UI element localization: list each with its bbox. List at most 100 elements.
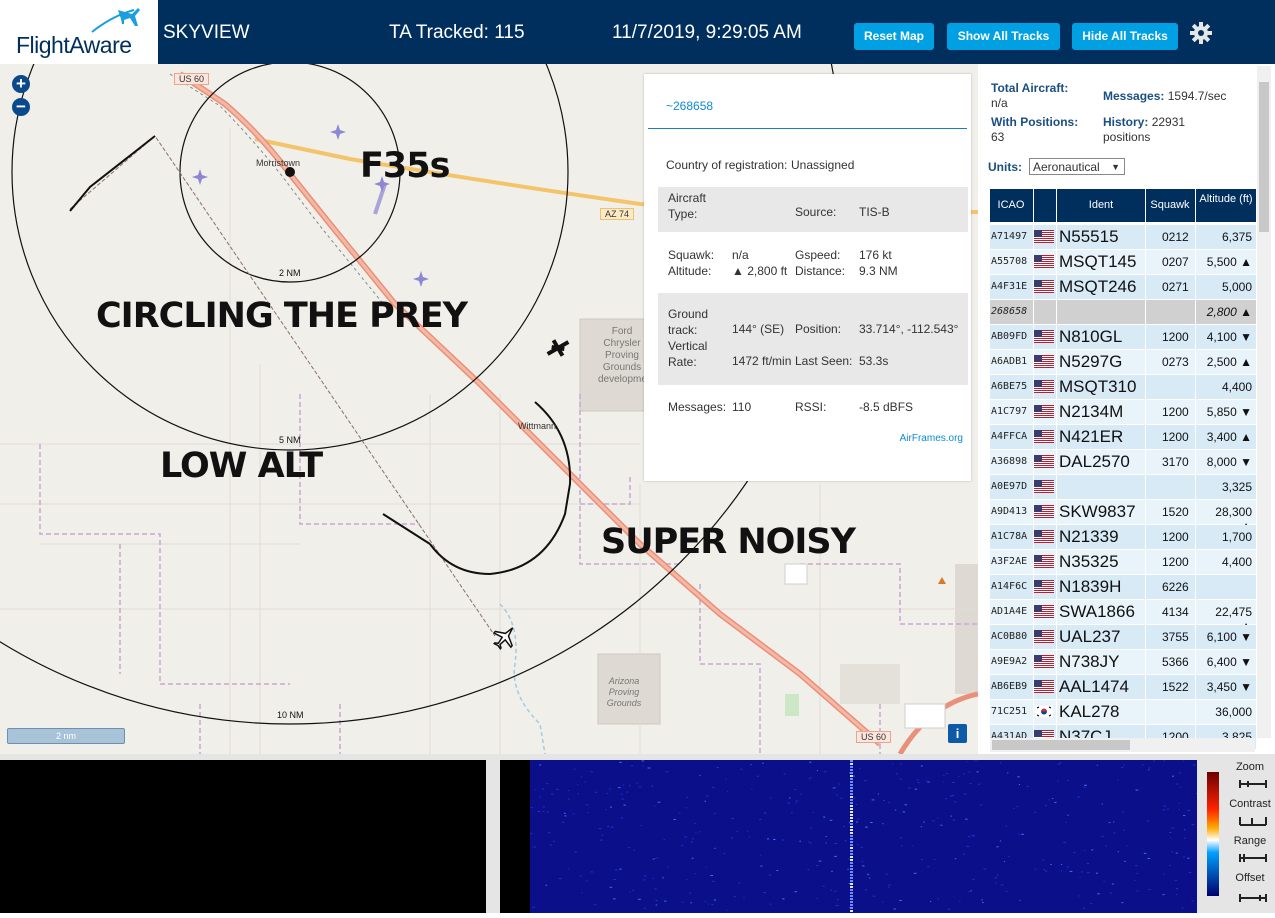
col-divider — [1056, 325, 1057, 349]
col-header-ident[interactable]: Ident — [1057, 199, 1145, 211]
last-seen-value: 53.3s — [859, 354, 889, 368]
map-info-button[interactable]: i — [948, 724, 967, 743]
with-positions-label: With Positions: — [991, 115, 1079, 129]
annotation-super-noisy: SUPER NOISY — [601, 522, 856, 562]
table-row[interactable]: A6BE75 MSQT310 4,400 — [990, 375, 1256, 399]
zoom-in-button[interactable]: + — [12, 75, 30, 93]
row-icao: 268658 — [991, 306, 1028, 317]
col-divider — [1033, 350, 1034, 374]
table-row[interactable]: A4FFCA N421ER 1200 3,400 ▲ — [990, 425, 1256, 449]
hide-all-tracks-button[interactable]: Hide All Tracks — [1072, 23, 1178, 50]
col-divider — [1056, 700, 1057, 724]
table-row[interactable]: A71497 N55515 0212 6,375 — [990, 225, 1256, 249]
popup-track-row: Ground track: 144° (SE) Position: 33.714… — [658, 293, 968, 385]
table-row[interactable]: A6ADB1 N5297G 0273 2,500 ▲ — [990, 350, 1256, 374]
table-row[interactable]: AB09FD N810GL 1200 4,100 ▼ — [990, 325, 1256, 349]
col-header-altitude[interactable]: Altitude (ft) — [1196, 193, 1256, 205]
table-row[interactable]: A9D413SKW9837152028,300 ▲ — [990, 500, 1256, 533]
col-divider — [1056, 375, 1057, 399]
col-divider — [1195, 600, 1196, 624]
aircraft-marker-outline[interactable] — [489, 621, 521, 654]
row-ident: N5297G — [1059, 352, 1123, 371]
range-control-label: Range — [1233, 835, 1267, 847]
map-scale: 2 nm — [7, 728, 125, 744]
col-divider — [1145, 650, 1146, 674]
table-row[interactable]: A4F31E MSQT246 0271 5,000 — [990, 275, 1256, 299]
col-divider — [1195, 525, 1196, 549]
row-ident: N55515 — [1059, 227, 1119, 246]
row-icao: 71C251 — [991, 706, 1028, 717]
row-altitude: 5,850 ▼ — [1206, 405, 1252, 419]
show-all-tracks-button[interactable]: Show All Tracks — [947, 23, 1060, 50]
row-icao: A9D413 — [991, 506, 1028, 517]
table-row[interactable]: A1C78A N21339 1200 1,700 — [990, 525, 1256, 549]
units-select-value: Aeronautical — [1033, 160, 1100, 174]
row-ident: N35325 — [1059, 552, 1119, 571]
col-header-icao[interactable]: ICAO — [990, 199, 1032, 211]
col-header-squawk[interactable]: Squawk — [1146, 199, 1194, 211]
vertical-scrollbar[interactable] — [1257, 66, 1271, 738]
aircraft-type-label: Aircraft Type: — [668, 191, 707, 221]
col-divider — [1056, 225, 1057, 249]
contrast-slider[interactable] — [1238, 815, 1268, 827]
table-row[interactable]: 268658 2,800 ▲ — [990, 300, 1256, 324]
popup-icao[interactable]: ~268658 — [666, 99, 713, 113]
us-flag-icon — [1034, 480, 1054, 493]
col-divider — [1145, 325, 1146, 349]
table-row[interactable]: A3F2AE N35325 1200 4,400 — [990, 550, 1256, 574]
gear-icon[interactable] — [1189, 21, 1213, 45]
row-icao: A14F6C — [991, 581, 1028, 592]
row-ident: UAL237 — [1059, 627, 1121, 646]
row-icao: A4FFCA — [991, 431, 1028, 442]
col-divider — [1145, 400, 1146, 424]
row-ident: DAL2570 — [1059, 452, 1130, 471]
units-label: Units: — [988, 160, 1022, 174]
us-flag-icon — [1034, 505, 1054, 518]
source-value: TIS-B — [859, 205, 890, 219]
row-ident: SWA1866 — [1059, 602, 1135, 621]
col-divider — [1145, 300, 1146, 324]
horizontal-scrollbar[interactable] — [990, 738, 1255, 752]
airframes-link[interactable]: AirFrames.org — [900, 433, 963, 444]
altitude-label: Altitude: — [668, 264, 712, 278]
row-squawk: 3755 — [1162, 630, 1189, 644]
table-row[interactable]: AB6EB9 AAL1474 1522 3,450 ▼ — [990, 675, 1256, 699]
table-row[interactable]: A36898 DAL2570 3170 8,000 ▼ — [990, 450, 1256, 474]
reset-map-button[interactable]: Reset Map — [854, 23, 934, 50]
table-row[interactable]: A0E97D 3,325 — [990, 475, 1256, 499]
zoom-out-button[interactable]: − — [12, 98, 30, 116]
col-divider — [1056, 350, 1057, 374]
col-divider — [1056, 250, 1057, 274]
row-altitude: 6,400 ▼ — [1206, 655, 1252, 669]
col-divider — [1056, 475, 1057, 499]
units-select[interactable]: Aeronautical ▼ — [1029, 158, 1125, 175]
table-row[interactable]: A55708 MSQT145 0207 5,500 ▲ — [990, 250, 1256, 274]
table-row[interactable]: AD1A4ESWA1866413422,475 ▲ — [990, 600, 1256, 633]
zoom-slider[interactable] — [1238, 778, 1268, 790]
row-icao: A55708 — [991, 256, 1028, 267]
row-icao: A4F31E — [991, 281, 1028, 292]
offset-slider[interactable] — [1238, 892, 1268, 904]
table-row[interactable]: A14F6C N1839H 6226 — [990, 575, 1256, 599]
table-row[interactable]: 71C251 KAL278 36,000 — [990, 700, 1256, 724]
messages-value: 110 — [732, 400, 752, 414]
col-divider — [1195, 300, 1196, 324]
col-divider — [1056, 550, 1057, 574]
col-divider — [1145, 250, 1146, 274]
table-row[interactable]: A9E9A2 N738JY 5366 6,400 ▼ — [990, 650, 1256, 674]
units-label-text: Units: — [988, 160, 1022, 174]
source-label: Source: — [795, 205, 837, 219]
range-slider[interactable] — [1238, 852, 1268, 864]
scrollbar-thumb[interactable] — [992, 740, 1130, 750]
col-divider — [1195, 625, 1196, 649]
table-row[interactable]: AC0B80 UAL237 3755 6,100 ▼ — [990, 625, 1256, 649]
selected-aircraft-marker[interactable] — [543, 334, 573, 362]
col-divider — [1056, 275, 1057, 299]
row-ident: KAL278 — [1059, 702, 1120, 721]
scrollbar-thumb[interactable] — [1259, 82, 1269, 232]
table-row[interactable]: A1C797 N2134M 1200 5,850 ▼ — [990, 400, 1256, 424]
flightaware-logo[interactable]: FlightAware — [0, 0, 158, 64]
row-icao: A6BE75 — [991, 381, 1028, 392]
col-divider — [1033, 500, 1034, 524]
col-divider — [1033, 650, 1034, 674]
